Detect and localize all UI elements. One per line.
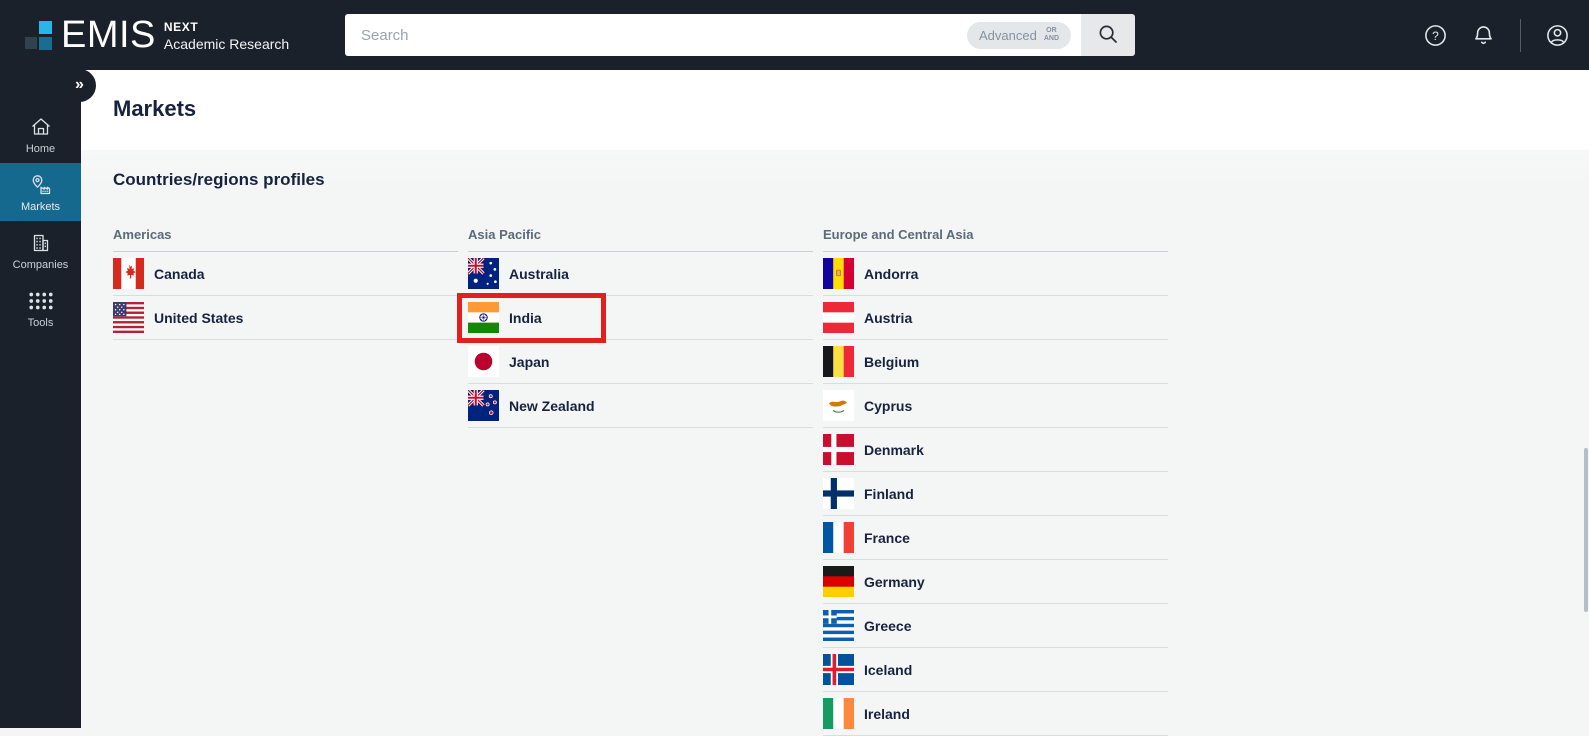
search-input[interactable]	[345, 14, 967, 56]
region-column-europe-and-central-asia: Europe and Central Asia Andorra Austria Bel…	[823, 227, 1178, 736]
country-row-finland[interactable]: Finland	[823, 472, 1168, 516]
country-row-austria[interactable]: Austria	[823, 296, 1168, 340]
country-label: Iceland	[864, 661, 913, 678]
country-row-australia[interactable]: Australia	[468, 252, 813, 296]
country-label: France	[864, 529, 910, 546]
country-label: Denmark	[864, 441, 924, 458]
country-row-belgium[interactable]: Belgium	[823, 340, 1168, 384]
regions-columns: Americas Canada United States Asia Pacific A…	[113, 227, 1589, 736]
sidebar-expand-button[interactable]: »	[63, 69, 96, 102]
country-label: Cyprus	[864, 397, 913, 414]
country-label: India	[509, 309, 542, 326]
home-icon	[28, 114, 54, 140]
help-icon[interactable]: ?	[1424, 24, 1447, 47]
sidebar-item-home[interactable]: Home	[0, 105, 81, 163]
region-column-americas: Americas Canada United States	[113, 227, 468, 340]
flag-icon-at	[823, 302, 854, 333]
country-row-ireland[interactable]: Ireland	[823, 692, 1168, 736]
page-title: Markets	[113, 96, 197, 121]
flag-icon-dk	[823, 434, 854, 465]
country-row-canada[interactable]: Canada	[113, 252, 458, 296]
flag-icon-nz	[468, 390, 499, 421]
country-row-france[interactable]: France	[823, 516, 1168, 560]
sidebar-item-label: Markets	[20, 200, 61, 213]
country-label: Finland	[864, 485, 914, 502]
svg-text:?: ?	[1432, 28, 1439, 42]
emis-logo-squares-icon	[25, 20, 52, 50]
app-header: EMIS NEXT Academic Research Advanced OR …	[0, 0, 1589, 70]
flag-icon-cy	[823, 390, 854, 421]
country-row-new-zealand[interactable]: New Zealand	[468, 384, 813, 428]
flag-icon-de	[823, 566, 854, 597]
country-row-cyprus[interactable]: Cyprus	[823, 384, 1168, 428]
or-and-toggle-icon: OR AND	[1043, 26, 1059, 42]
country-row-andorra[interactable]: Andorra	[823, 252, 1168, 296]
search-icon	[1098, 24, 1118, 47]
flag-icon-is	[823, 654, 854, 685]
product-subtitle: Academic Research	[163, 36, 290, 52]
brand-name: EMIS	[61, 13, 156, 56]
country-label: Canada	[154, 265, 205, 282]
flag-icon-be	[823, 346, 854, 377]
region-header: Europe and Central Asia	[823, 227, 1168, 252]
flag-icon-in	[468, 302, 499, 333]
region-column-asia-pacific: Asia Pacific Australia India Japan New Zeala…	[457, 227, 823, 428]
region-header: Americas	[113, 227, 458, 252]
account-icon[interactable]	[1546, 24, 1569, 47]
chevron-double-right-icon: »	[75, 75, 84, 93]
country-label: Greece	[864, 617, 912, 634]
country-label: Andorra	[864, 265, 919, 282]
country-row-iceland[interactable]: Iceland	[823, 648, 1168, 692]
advanced-search-toggle[interactable]: Advanced OR AND	[967, 21, 1071, 49]
search-bar: Advanced OR AND	[345, 14, 1135, 56]
emis-logo[interactable]: EMIS NEXT Academic Research	[25, 0, 289, 70]
country-label: New Zealand	[509, 397, 595, 414]
page-title-band: Markets	[81, 70, 1589, 150]
sidebar-item-label: Companies	[12, 258, 69, 271]
country-label: Austria	[864, 309, 913, 326]
country-label: United States	[154, 309, 244, 326]
country-row-india[interactable]: India	[457, 293, 813, 343]
country-row-japan[interactable]: Japan	[468, 340, 813, 384]
sidebar-nav: Home Markets Companies Tools	[0, 70, 81, 728]
companies-icon	[28, 230, 54, 256]
flag-icon-au	[468, 258, 499, 289]
header-icon-group: ?	[1424, 0, 1569, 70]
country-label: Belgium	[864, 353, 920, 370]
country-label: Ireland	[864, 705, 910, 722]
flag-icon-fi	[823, 478, 854, 509]
flag-icon-fr	[823, 522, 854, 553]
flag-icon-gr	[823, 610, 854, 641]
country-row-denmark[interactable]: Denmark	[823, 428, 1168, 472]
flag-icon-ca	[113, 258, 144, 289]
sidebar-item-companies[interactable]: Companies	[0, 221, 81, 279]
country-row-united-states[interactable]: United States	[113, 296, 458, 340]
product-name: NEXT	[163, 20, 199, 34]
sidebar-item-markets[interactable]: Markets	[0, 163, 81, 221]
sidebar-item-label: Home	[25, 142, 56, 155]
advanced-label: Advanced	[979, 27, 1037, 43]
country-label: Germany	[864, 573, 925, 590]
markets-icon	[28, 172, 54, 198]
flag-icon-jp	[468, 346, 499, 377]
sidebar-item-label: Tools	[27, 316, 54, 329]
country-label: Australia	[509, 265, 569, 282]
tools-icon	[28, 288, 54, 314]
sidebar-item-tools[interactable]: Tools	[0, 279, 81, 337]
header-divider	[1520, 18, 1521, 52]
bell-icon[interactable]	[1472, 24, 1495, 47]
section-title: Countries/regions profiles	[113, 170, 325, 189]
region-header: Asia Pacific	[468, 227, 813, 252]
country-row-greece[interactable]: Greece	[823, 604, 1168, 648]
flag-icon-ie	[823, 698, 854, 729]
main-content: Countries/regions profiles Americas Canad…	[81, 150, 1589, 736]
flag-icon-us	[113, 302, 144, 333]
country-label: Japan	[509, 353, 550, 370]
country-row-germany[interactable]: Germany	[823, 560, 1168, 604]
flag-icon-ad	[823, 258, 854, 289]
search-button[interactable]	[1081, 14, 1135, 56]
scrollbar-thumb[interactable]	[1584, 448, 1588, 612]
